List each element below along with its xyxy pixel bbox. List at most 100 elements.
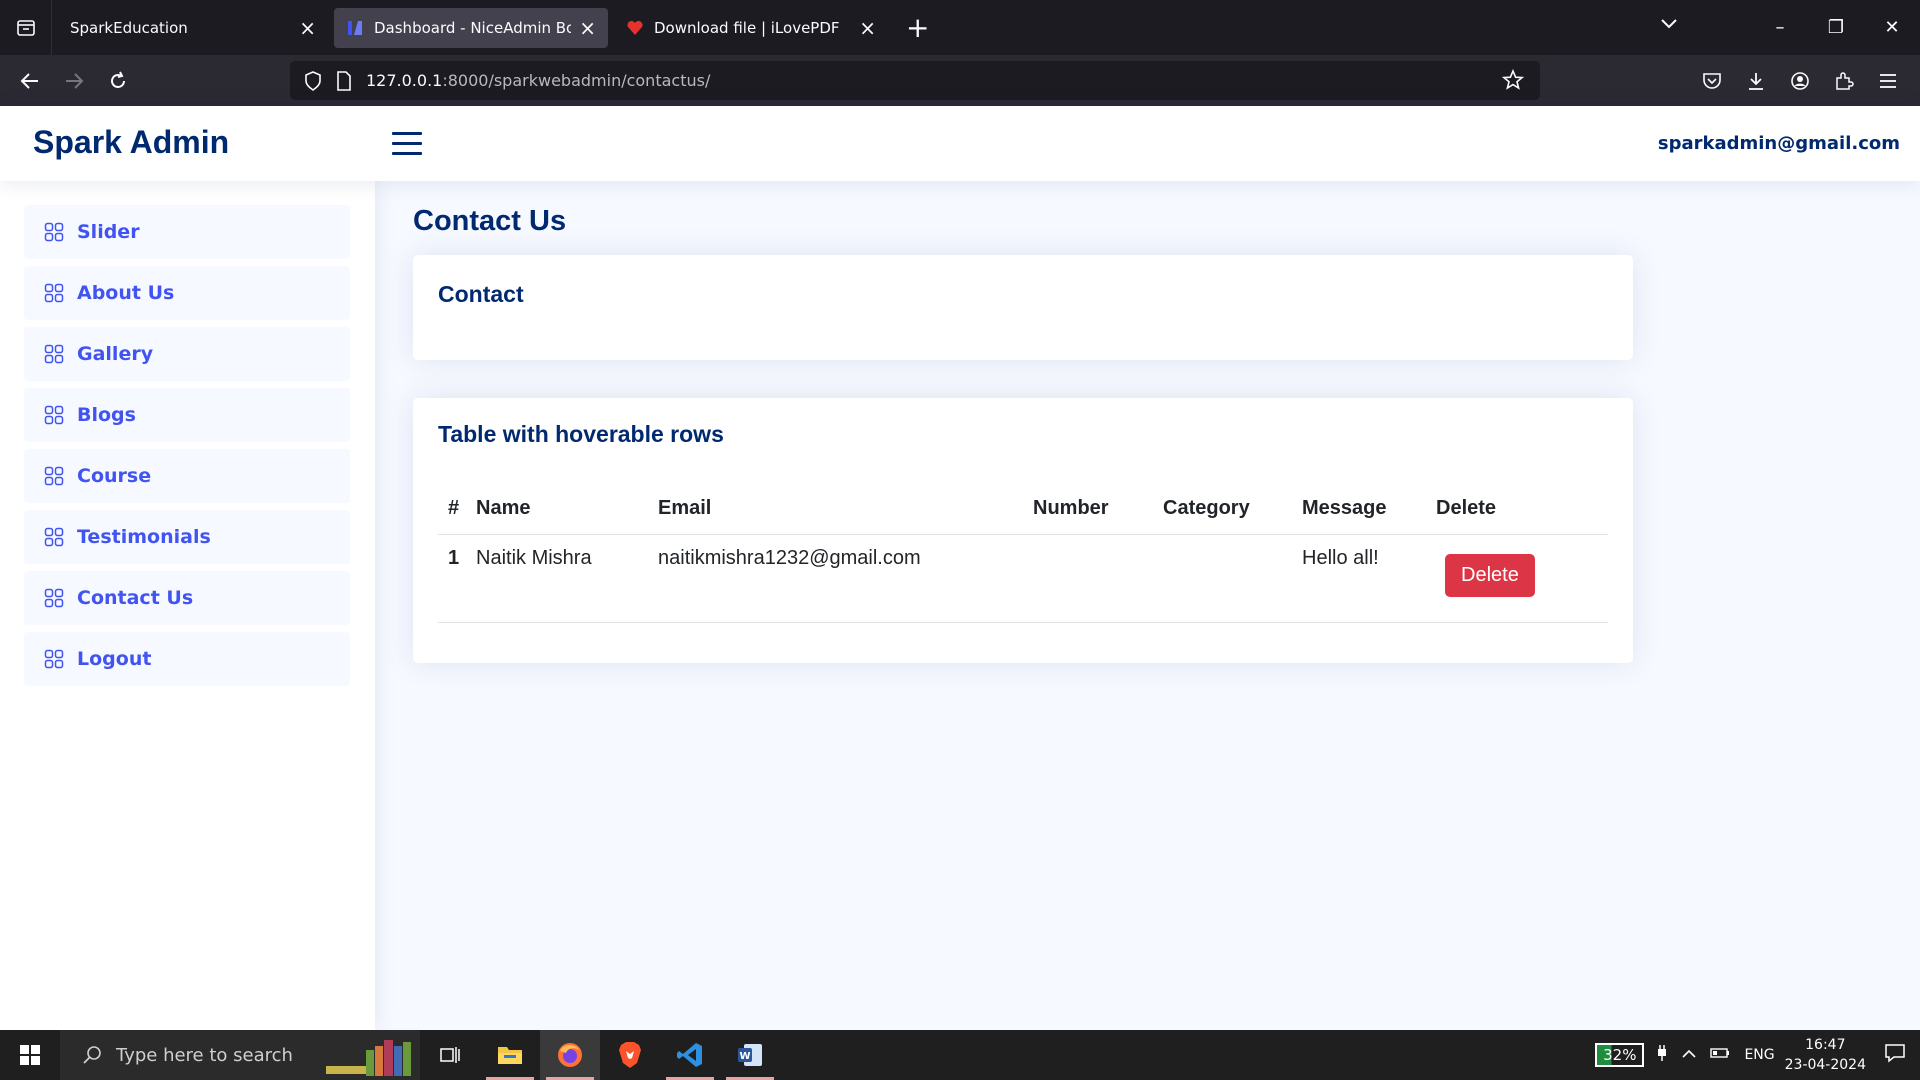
sidebar-item-label: Blogs xyxy=(77,404,136,426)
file-explorer-icon[interactable] xyxy=(480,1030,540,1080)
card-title: Table with hoverable rows xyxy=(438,421,724,447)
tab-title: Download file | iLovePDF xyxy=(654,18,840,37)
table-header-row: # Name Email Number Category Message Del… xyxy=(438,484,1608,535)
sidebar-item-label: Contact Us xyxy=(77,587,194,609)
contacts-table: # Name Email Number Category Message Del… xyxy=(438,484,1608,623)
grid-icon xyxy=(44,466,64,486)
forward-icon[interactable] xyxy=(52,61,96,101)
tab-sparkeducation[interactable]: SparkEducation × xyxy=(58,8,328,48)
bookmark-star-icon[interactable] xyxy=(1502,69,1524,91)
chevron-down-icon[interactable] xyxy=(1660,14,1678,35)
grid-icon xyxy=(44,344,64,364)
word-icon[interactable]: W xyxy=(720,1030,780,1080)
browser-tab-bar: SparkEducation × Dashboard - NiceAdmin B… xyxy=(0,0,1920,55)
back-icon[interactable] xyxy=(8,61,52,101)
vscode-icon[interactable] xyxy=(660,1030,720,1080)
user-email[interactable]: sparkadmin@gmail.com xyxy=(1658,133,1900,154)
close-window-icon[interactable]: ✕ xyxy=(1864,17,1920,38)
restore-icon[interactable]: ❐ xyxy=(1808,17,1864,38)
sidebar-item-logout[interactable]: Logout xyxy=(24,632,350,686)
url-host: 127.0.0.1 xyxy=(366,71,443,90)
sidebar-item-testimonials[interactable]: Testimonials xyxy=(24,510,350,564)
clock-time: 16:47 xyxy=(1805,1037,1846,1053)
sidebar-item-slider[interactable]: Slider xyxy=(24,205,350,259)
plug-icon xyxy=(1656,1044,1668,1066)
sidebar-item-gallery[interactable]: Gallery xyxy=(24,327,350,381)
sidebar-item-label: Course xyxy=(77,465,152,487)
toggle-sidebar-icon[interactable] xyxy=(392,132,422,156)
brave-icon[interactable] xyxy=(600,1030,660,1080)
minimize-icon[interactable]: – xyxy=(1752,17,1808,38)
search-icon xyxy=(83,1046,101,1064)
column-header: Email xyxy=(658,484,1033,535)
close-icon[interactable]: × xyxy=(299,18,316,38)
column-header: Name xyxy=(476,484,658,535)
tab-ilovepdf[interactable]: Download file | iLovePDF × xyxy=(614,8,888,48)
grid-icon xyxy=(44,283,64,303)
delete-button[interactable]: Delete xyxy=(1445,553,1535,597)
windows-start-icon[interactable] xyxy=(0,1030,60,1080)
cell-num: 1 xyxy=(438,534,476,623)
grid-icon xyxy=(44,527,64,547)
tab-title: SparkEducation xyxy=(70,18,188,37)
shield-icon[interactable] xyxy=(304,70,322,91)
cell-email: naitikmishra1232@gmail.com xyxy=(658,534,1033,623)
notification-icon[interactable] xyxy=(1884,1043,1906,1067)
search-placeholder: Type here to search xyxy=(116,1044,293,1066)
taskbar-search[interactable]: Type here to search xyxy=(60,1030,420,1080)
contact-card: Contact xyxy=(413,255,1633,360)
cell-delete: Delete xyxy=(1436,534,1608,623)
close-icon[interactable]: × xyxy=(579,18,596,38)
pocket-icon[interactable] xyxy=(1690,61,1734,101)
firefox-icon[interactable] xyxy=(540,1030,600,1080)
niceadmin-favicon-icon xyxy=(346,19,364,37)
window-controls: – ❐ ✕ xyxy=(1752,0,1920,55)
card-title: Contact xyxy=(438,281,524,307)
tab-list-button[interactable] xyxy=(0,0,52,55)
close-icon[interactable]: × xyxy=(859,18,876,38)
system-tray: 32% ENG 16:47 23-04-2024 xyxy=(1595,1030,1920,1080)
cell-name: Naitik Mishra xyxy=(476,534,658,623)
column-header: Category xyxy=(1163,484,1302,535)
table-row[interactable]: 1 Naitik Mishra naitikmishra1232@gmail.c… xyxy=(438,534,1608,623)
extensions-icon[interactable] xyxy=(1822,61,1866,101)
tab-dashboard[interactable]: Dashboard - NiceAdmin Bootst × xyxy=(334,7,608,48)
clock[interactable]: 16:47 23-04-2024 xyxy=(1785,1035,1866,1075)
svg-text:W: W xyxy=(739,1051,750,1062)
clock-date: 23-04-2024 xyxy=(1784,1057,1866,1073)
download-icon[interactable] xyxy=(1734,61,1778,101)
cell-number xyxy=(1033,534,1163,623)
sidebar-item-label: Testimonials xyxy=(77,526,211,548)
grid-icon xyxy=(44,588,64,608)
sidebar-item-about-us[interactable]: About Us xyxy=(24,266,350,320)
column-header: Message xyxy=(1302,484,1436,535)
reload-icon[interactable] xyxy=(96,61,140,101)
task-view-icon[interactable] xyxy=(420,1030,480,1080)
cell-message: Hello all! xyxy=(1302,534,1436,623)
books-illustration-icon xyxy=(326,1040,411,1076)
battery-indicator[interactable]: 32% xyxy=(1595,1043,1645,1067)
menu-icon[interactable] xyxy=(1866,61,1910,101)
sidebar-item-label: Gallery xyxy=(77,343,154,365)
url-bar[interactable]: 127.0.0.1:8000/sparkwebadmin/contactus/ xyxy=(290,61,1540,100)
new-tab-button[interactable]: + xyxy=(906,13,929,42)
chevron-up-icon[interactable] xyxy=(1682,1047,1697,1063)
tab-list-icon xyxy=(16,19,35,36)
account-icon[interactable] xyxy=(1778,61,1822,101)
grid-icon xyxy=(44,222,64,242)
sidebar-item-label: About Us xyxy=(77,282,175,304)
sidebar-item-label: Slider xyxy=(77,221,140,243)
sidebar-item-course[interactable]: Course xyxy=(24,449,350,503)
logo[interactable]: Spark Admin xyxy=(33,124,229,161)
sidebar-item-blogs[interactable]: Blogs xyxy=(24,388,350,442)
app-header: Spark Admin sparkadmin@gmail.com xyxy=(0,106,1920,181)
browser-nav-bar: 127.0.0.1:8000/sparkwebadmin/contactus/ xyxy=(0,55,1920,106)
language-indicator[interactable]: ENG xyxy=(1744,1047,1774,1063)
tab-title: Dashboard - NiceAdmin Bootst xyxy=(374,18,572,37)
column-header: Delete xyxy=(1436,484,1608,535)
sidebar-item-contact-us[interactable]: Contact Us xyxy=(24,571,350,625)
page-title: Contact Us xyxy=(413,205,567,237)
battery-status-icon[interactable] xyxy=(1710,1047,1730,1063)
url-path: :8000/sparkwebadmin/contactus/ xyxy=(442,71,711,90)
windows-taskbar: Type here to search W 32% ENG 16:47 23-0… xyxy=(0,1030,1920,1080)
